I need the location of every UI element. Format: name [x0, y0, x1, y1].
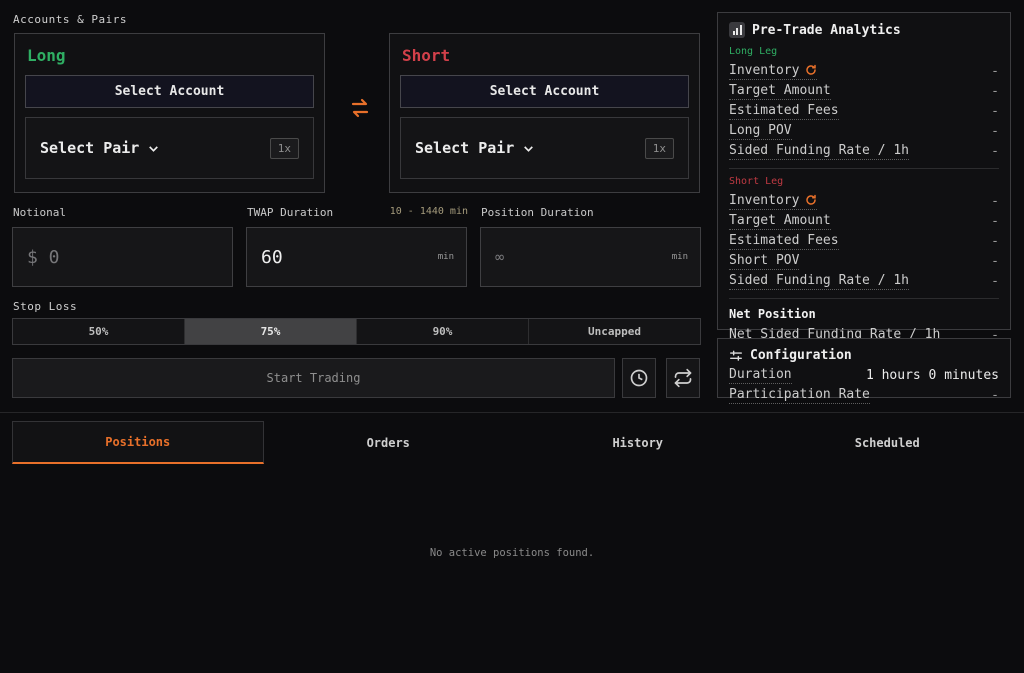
short-target-amount-label: Target Amount	[729, 212, 831, 231]
short-estimated-fees-value: -	[991, 234, 999, 249]
analytics-row: Long POV -	[729, 121, 999, 141]
short-inventory-label: Inventory	[729, 192, 799, 210]
position-duration-input-box: min	[480, 227, 701, 287]
stop-loss-option-uncapped[interactable]: Uncapped	[529, 319, 700, 344]
short-estimated-fees-label: Estimated Fees	[729, 232, 839, 251]
short-target-amount-value: -	[991, 214, 999, 229]
twap-duration-input[interactable]	[247, 247, 438, 268]
long-estimated-fees-value: -	[991, 104, 999, 119]
chevron-down-icon	[147, 142, 160, 155]
position-duration-label: Position Duration	[481, 206, 594, 219]
notional-label: Notional	[13, 206, 66, 219]
short-panel-title: Short	[402, 46, 689, 65]
short-leg-title: Short Leg	[729, 176, 999, 187]
accounts-pairs-label: Accounts & Pairs	[13, 13, 127, 26]
short-panel: Short Select Account Select Pair 1x	[389, 33, 700, 193]
config-row: Duration 1 hours 0 minutes	[729, 365, 999, 385]
net-position-title: Net Position	[729, 307, 999, 321]
pre-trade-analytics-panel: Pre-Trade Analytics Long Leg Inventory -…	[717, 12, 1011, 330]
notional-input-box	[12, 227, 233, 287]
long-sided-funding-label: Sided Funding Rate / 1h	[729, 142, 909, 161]
long-panel: Long Select Account Select Pair 1x	[14, 33, 325, 193]
positions-empty-state: No active positions found.	[0, 547, 1024, 559]
analytics-row: Short POV -	[729, 251, 999, 271]
twap-duration-label: TWAP Duration	[247, 206, 333, 219]
bar-chart-icon	[729, 22, 745, 38]
short-select-pair-label: Select Pair	[415, 139, 514, 157]
short-inventory-value: -	[991, 194, 999, 209]
long-inventory-label: Inventory	[729, 62, 799, 80]
schedule-button[interactable]	[622, 358, 656, 398]
stop-loss-option-90[interactable]: 90%	[357, 319, 529, 344]
participation-rate-label: Participation Rate	[729, 386, 870, 405]
configuration-title: Configuration	[750, 348, 852, 363]
analytics-row: Inventory -	[729, 191, 999, 211]
twap-unit-suffix: min	[438, 252, 466, 262]
analytics-row: Sided Funding Rate / 1h -	[729, 271, 999, 291]
trading-app: Accounts & Pairs Long Select Account Sel…	[0, 0, 1024, 673]
position-unit-suffix: min	[672, 252, 700, 262]
tab-orders[interactable]: Orders	[264, 421, 514, 464]
analytics-divider	[729, 298, 999, 299]
sliders-icon	[729, 349, 743, 363]
stop-loss-option-75[interactable]: 75%	[185, 319, 357, 344]
config-row: Participation Rate -	[729, 385, 999, 405]
clock-icon	[629, 368, 649, 388]
long-select-account-button[interactable]: Select Account	[25, 75, 314, 108]
analytics-row: Target Amount -	[729, 211, 999, 231]
stop-loss-label: Stop Loss	[13, 300, 77, 313]
long-leg-title: Long Leg	[729, 46, 999, 57]
short-sided-funding-value: -	[991, 274, 999, 289]
long-select-pair-dropdown[interactable]: Select Pair 1x	[25, 117, 314, 179]
repeat-button[interactable]	[666, 358, 700, 398]
tab-history[interactable]: History	[513, 421, 763, 464]
notional-input[interactable]	[13, 247, 232, 268]
short-sided-funding-label: Sided Funding Rate / 1h	[729, 272, 909, 291]
long-pov-value: -	[991, 124, 999, 139]
short-pov-value: -	[991, 254, 999, 269]
analytics-row: Sided Funding Rate / 1h -	[729, 141, 999, 161]
duration-label: Duration	[729, 366, 792, 385]
stop-loss-option-50[interactable]: 50%	[13, 319, 185, 344]
swap-sides-icon[interactable]	[348, 96, 372, 120]
analytics-row: Target Amount -	[729, 81, 999, 101]
section-divider	[0, 412, 1024, 413]
short-select-pair-dropdown[interactable]: Select Pair 1x	[400, 117, 689, 179]
short-pov-label: Short POV	[729, 252, 799, 271]
analytics-title: Pre-Trade Analytics	[752, 23, 901, 38]
duration-value: 1 hours 0 minutes	[866, 368, 999, 383]
start-trading-button[interactable]: Start Trading	[12, 358, 615, 398]
analytics-row: Estimated Fees -	[729, 101, 999, 121]
long-pov-label: Long POV	[729, 122, 792, 141]
analytics-row: Inventory -	[729, 61, 999, 81]
long-estimated-fees-label: Estimated Fees	[729, 102, 839, 121]
long-target-amount-label: Target Amount	[729, 82, 831, 101]
tab-scheduled[interactable]: Scheduled	[763, 421, 1013, 464]
long-inventory-value: -	[991, 64, 999, 79]
refresh-icon[interactable]	[805, 64, 817, 76]
long-select-pair-label: Select Pair	[40, 139, 139, 157]
twap-duration-input-box: min	[246, 227, 467, 287]
configuration-panel: Configuration Duration 1 hours 0 minutes…	[717, 338, 1011, 398]
long-target-amount-value: -	[991, 84, 999, 99]
chevron-down-icon	[522, 142, 535, 155]
long-leverage-badge[interactable]: 1x	[270, 138, 299, 159]
analytics-row: Estimated Fees -	[729, 231, 999, 251]
participation-rate-value: -	[991, 388, 999, 403]
position-duration-input[interactable]	[481, 248, 672, 266]
twap-range-hint: 10 - 1440 min	[370, 206, 468, 217]
short-select-account-button[interactable]: Select Account	[400, 75, 689, 108]
repeat-icon	[673, 368, 693, 388]
tab-positions[interactable]: Positions	[12, 421, 264, 464]
bottom-tabs: Positions Orders History Scheduled	[12, 421, 1012, 464]
long-sided-funding-value: -	[991, 144, 999, 159]
refresh-icon[interactable]	[805, 194, 817, 206]
analytics-divider	[729, 168, 999, 169]
short-leverage-badge[interactable]: 1x	[645, 138, 674, 159]
stop-loss-segmented-control: 50% 75% 90% Uncapped	[12, 318, 701, 345]
long-panel-title: Long	[27, 46, 314, 65]
